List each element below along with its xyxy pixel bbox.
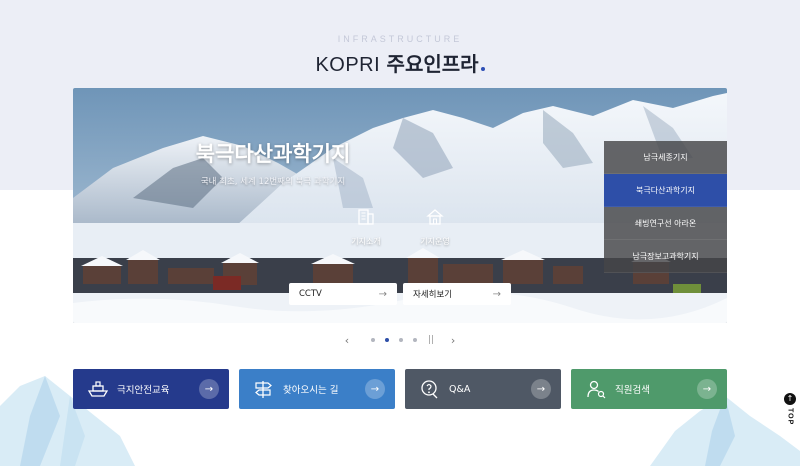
quick-link-staff-search[interactable]: 직원검색 →	[571, 369, 727, 409]
section-header: INFRASTRUCTURE KOPRI 주요인프라	[0, 34, 800, 77]
side-item-araon[interactable]: 쇄빙연구선 아라온	[604, 207, 727, 240]
details-button[interactable]: 자세히보기 →	[403, 283, 511, 305]
title-accent-dot	[480, 67, 485, 71]
pager-dot[interactable]	[398, 338, 403, 342]
signpost-icon	[253, 378, 275, 400]
arrow-up-icon: ↑	[784, 393, 796, 405]
quick-link-label: 찾아오시는 길	[283, 385, 339, 396]
hero-title: 북극다산과학기지	[195, 142, 351, 166]
boat-icon	[87, 378, 109, 400]
pager-dot[interactable]	[370, 338, 375, 342]
scroll-top-label: TOP	[786, 408, 794, 426]
station-operation-link[interactable]: 기지운영	[405, 206, 465, 248]
quick-link-safety-education[interactable]: 극지안전교육 →	[73, 369, 229, 409]
station-intro-label: 기지소개	[351, 237, 381, 246]
quick-link-qna[interactable]: Q&A →	[405, 369, 561, 409]
arrow-right-icon: →	[199, 379, 219, 399]
cctv-button-label: CCTV	[299, 289, 322, 299]
quick-link-label: 극지안전교육	[117, 385, 170, 396]
station-intro-link[interactable]: 기지소개	[336, 206, 396, 248]
building-icon	[358, 209, 374, 225]
side-item-dasan[interactable]: 북극다산과학기지	[604, 174, 727, 207]
station-operation-label: 기지운영	[420, 237, 450, 246]
hero-subtitle: 국내 최초, 세계 12번째의 북극 과학기지	[200, 177, 346, 187]
section-title: KOPRI 주요인프라	[0, 48, 800, 77]
question-bubble-icon	[419, 378, 441, 400]
pager-dot[interactable]	[412, 338, 417, 342]
house-icon	[426, 209, 444, 225]
details-button-label: 자세히보기	[413, 290, 453, 300]
side-item-sejong[interactable]: 남극세종기지	[604, 141, 727, 174]
next-slide-button[interactable]: ›	[444, 334, 462, 347]
scroll-top-button[interactable]: ↑ TOP	[782, 393, 798, 425]
arrow-right-icon: →	[492, 288, 501, 300]
cctv-button[interactable]: CCTV →	[289, 283, 397, 305]
station-side-menu: 남극세종기지 북극다산과학기지 쇄빙연구선 아라온 남극장보고과학기지	[604, 141, 727, 273]
pager-dot-active[interactable]	[384, 338, 389, 342]
section-title-korean: 주요인프라	[386, 52, 479, 76]
slider-pager: ‹ || ›	[0, 334, 800, 347]
section-title-latin: KOPRI	[315, 54, 381, 76]
hero-slider: 북극다산과학기지 국내 최초, 세계 12번째의 북극 과학기지 기지소개 기지…	[73, 88, 727, 323]
arrow-right-icon: →	[378, 288, 387, 300]
prev-slide-button[interactable]: ‹	[338, 334, 356, 347]
arrow-right-icon: →	[365, 379, 385, 399]
quick-link-label: Q&A	[449, 383, 471, 395]
side-item-jangbogo[interactable]: 남극장보고과학기지	[604, 240, 727, 273]
quick-link-directions[interactable]: 찾아오시는 길 →	[239, 369, 395, 409]
arrow-right-icon: →	[531, 379, 551, 399]
section-eyebrow: INFRASTRUCTURE	[337, 34, 463, 44]
quick-link-label: 직원검색	[615, 385, 650, 396]
pause-button[interactable]: ||	[428, 335, 434, 345]
arrow-right-icon: →	[697, 379, 717, 399]
person-search-icon	[585, 378, 607, 400]
